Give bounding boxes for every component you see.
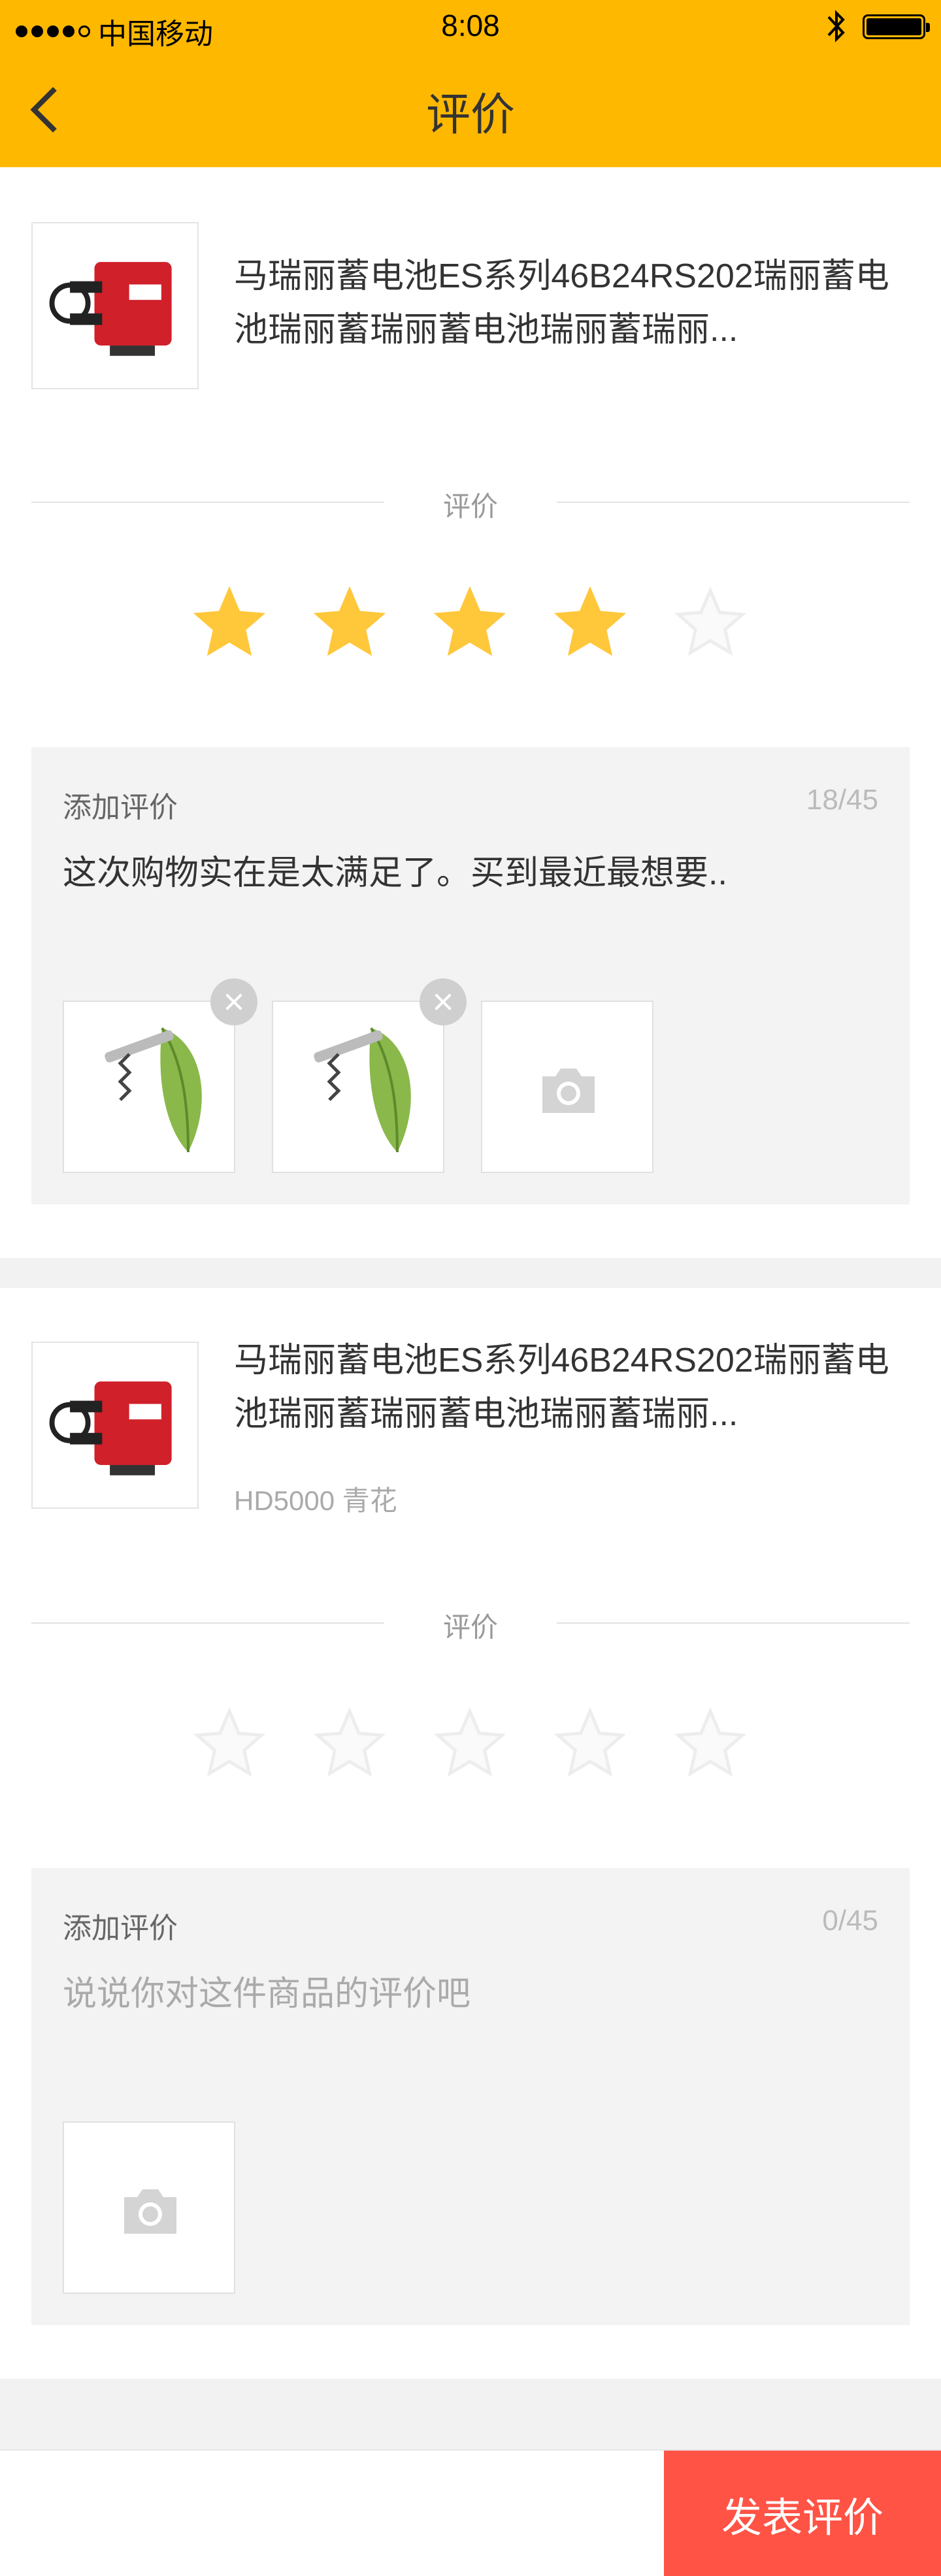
review-box: 添加评价 18/45 这次购物实在是太满足了。买到最近最想要.. — [31, 747, 910, 1204]
review-photo[interactable] — [63, 978, 257, 1173]
rating-label: 评价 — [442, 491, 498, 522]
review-item-1: 马瑞丽蓄电池ES系列46B24RS202瑞丽蓄电池瑞丽蓄瑞丽蓄电池瑞丽蓄瑞丽..… — [0, 167, 941, 1258]
star-icon[interactable] — [191, 1705, 268, 1782]
product-spec: HD5000 青花 — [234, 1485, 397, 1516]
product-title[interactable]: 马瑞丽蓄电池ES系列46B24RS202瑞丽蓄电池瑞丽蓄瑞丽蓄电池瑞丽蓄瑞丽..… — [234, 1334, 920, 1441]
product-image — [31, 222, 199, 389]
star-rating — [0, 584, 941, 662]
camera-icon — [124, 2189, 176, 2234]
corkscrew-photo — [105, 1027, 202, 1153]
star-icon[interactable] — [311, 1705, 388, 1782]
power-tool-image — [49, 1381, 172, 1475]
header: 中国移动 8:08 评价 — [0, 0, 941, 167]
review-box: 添加评价 0/45 说说你对这件商品的评价吧 — [31, 1868, 910, 2325]
star-icon[interactable] — [311, 584, 388, 661]
submit-review-button[interactable]: 发表评价 — [664, 2451, 941, 2576]
page-title: 评价 — [425, 90, 515, 140]
review-item-2: 马瑞丽蓄电池ES系列46B24RS202瑞丽蓄电池瑞丽蓄瑞丽蓄电池瑞丽蓄瑞丽..… — [0, 1288, 941, 2379]
camera-icon — [542, 1069, 595, 1113]
remove-photo-button[interactable] — [420, 978, 467, 1025]
review-text-input[interactable]: 说说你对这件商品的评价吧 — [63, 1966, 880, 2015]
rating-divider: 评价 — [31, 1603, 910, 1643]
star-icon[interactable] — [552, 1705, 629, 1782]
nav-bar: 评价 — [0, 55, 941, 167]
add-photo-button[interactable] — [481, 1001, 653, 1173]
star-icon[interactable] — [431, 1705, 508, 1782]
review-heading: 添加评价 — [63, 792, 178, 824]
star-icon[interactable] — [672, 584, 749, 661]
power-tool-image — [49, 262, 172, 356]
status-time: 8:08 — [441, 8, 500, 42]
product-title[interactable]: 马瑞丽蓄电池ES系列46B24RS202瑞丽蓄电池瑞丽蓄瑞丽蓄电池瑞丽蓄瑞丽..… — [234, 250, 920, 357]
star-icon[interactable] — [552, 584, 629, 661]
bluetooth-icon — [827, 10, 845, 42]
bottom-bar: 发表评价 — [0, 2449, 941, 2576]
review-char-count: 0/45 — [822, 1905, 878, 1937]
review-photo[interactable] — [272, 978, 467, 1173]
star-icon[interactable] — [191, 584, 268, 661]
battery-icon — [863, 14, 930, 39]
star-icon[interactable] — [672, 1705, 749, 1782]
corkscrew-photo — [314, 1027, 411, 1153]
star-rating — [0, 1705, 941, 1783]
rating-label: 评价 — [442, 1612, 498, 1643]
rating-divider: 评价 — [31, 482, 910, 522]
star-icon[interactable] — [431, 584, 508, 661]
add-photo-button[interactable] — [63, 2121, 235, 2294]
review-char-count: 18/45 — [806, 784, 878, 816]
status-bar: 中国移动 8:08 — [0, 0, 941, 55]
remove-photo-button[interactable] — [210, 978, 257, 1025]
review-text-input[interactable]: 这次购物实在是太满足了。买到最近最想要.. — [63, 845, 880, 894]
product-image — [31, 1342, 199, 1509]
review-heading: 添加评价 — [63, 1912, 178, 1944]
